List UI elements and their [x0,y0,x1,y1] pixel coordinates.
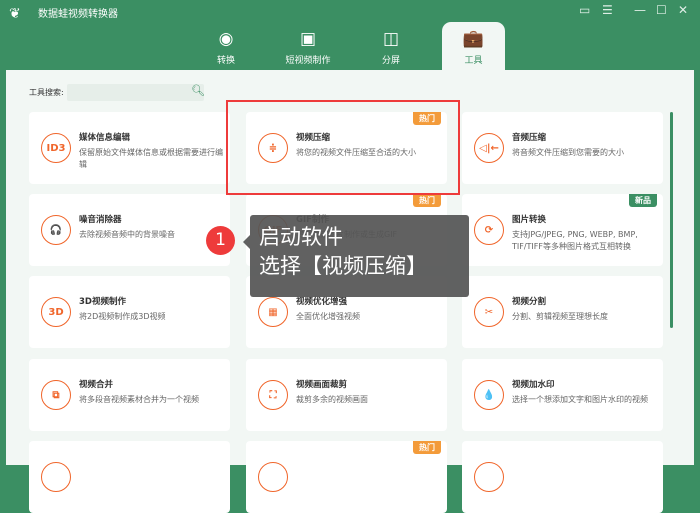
scrollbar[interactable] [670,112,673,328]
tool-desc: 将2D视频制作成3D视频 [79,312,166,321]
tool-icon: ✂ [474,297,504,327]
tooltip-line1: 启动软件 [259,225,343,249]
search-icon[interactable]: 🔍︎ [191,84,205,97]
tool-card[interactable]: 3D 3D视频制作 将2D视频制作成3D视频 [29,276,230,348]
toolbox-icon: 💼 [462,29,485,49]
tool-icon: ◁|← [474,133,504,163]
search-label: 工具搜索: [29,88,64,97]
tooltip-line2: 选择【视频压缩】 [259,254,427,278]
tool-card[interactable]: ⟳ 图片转换 支持JPG/JPEG, PNG, WEBP, BMP, TIF/T… [462,194,663,266]
tool-icon: 💧 [474,380,504,410]
tool-card[interactable]: ✂ 视频分割 分割、剪辑视频至理想长度 [462,276,663,348]
tool-card[interactable]: ⧉ 视频合并 将多段音视频素材合并为一个视频 [29,359,230,431]
feedback-icon[interactable]: ▭ [579,3,590,17]
app-logo-icon: ❦ [9,6,21,22]
tool-desc: 保留原始文件媒体信息或根据需要进行编辑 [79,148,223,169]
tab-label: 分屏 [381,56,400,66]
tab-label: 工具 [464,56,483,66]
tool-title: 噪音消除器 [79,215,122,225]
tool-icon: ⛶ [258,380,288,410]
tool-tag-badge: 热门 [413,194,441,207]
tool-title: 视频加水印 [512,380,555,390]
tool-icon: ⧉ [41,380,71,410]
tool-desc: 全面优化增强视频 [296,312,360,321]
highlight-box [226,100,460,195]
tool-search-input[interactable] [67,84,204,101]
tab-tools[interactable]: 💼 工具 [442,22,505,72]
tool-title: 图片转换 [512,215,547,225]
step-badge: 1 [206,226,235,255]
tool-desc: 去除视频音频中的背景噪音 [79,230,175,239]
tool-card[interactable] [29,441,230,513]
tool-title: 3D视频制作 [79,297,126,307]
tool-desc: 分割、剪辑视频至理想长度 [512,312,608,321]
tv-icon: ▣ [299,29,317,49]
tool-icon: ▦ [258,297,288,327]
minimize-button[interactable]: — [634,3,646,17]
tool-card[interactable]: ◁|← 音频压缩 将音频文件压缩到您需要的大小 [462,112,663,184]
tool-card[interactable]: 热门 [246,441,447,513]
tool-card[interactable]: 💧 视频加水印 选择一个想添加文字和图片水印的视频 [462,359,663,431]
close-button[interactable]: ✕ [678,3,688,17]
tool-desc: 将音频文件压缩到您需要的大小 [512,148,624,157]
tool-icon [474,462,504,492]
maximize-button[interactable]: ☐ [656,3,667,17]
tool-title: 视频分割 [512,297,547,307]
tool-card[interactable]: 🎧 噪音消除器 去除视频音频中的背景噪音 [29,194,230,266]
tab-short-video[interactable]: ▣ 短视频制作 [273,28,343,66]
tab-split-screen[interactable]: ◫ 分屏 [356,28,426,66]
tool-icon [41,462,71,492]
tab-convert[interactable]: ◉ 转换 [191,28,261,66]
tool-icon: 🎧 [41,215,71,245]
app-title: 数据蛙视频转换器 [38,9,118,20]
tab-label: 短视频制作 [285,56,331,66]
tool-desc: 支持JPG/JPEG, PNG, WEBP, BMP, TIF/TIFF等多种图… [512,230,638,251]
tool-title: 视频合并 [79,380,114,390]
tool-icon: ⟳ [474,215,504,245]
tool-desc: 裁剪多余的视频画面 [296,395,368,404]
tool-icon: 3D [41,297,71,327]
tool-card[interactable]: ID3 媒体信息编辑 保留原始文件媒体信息或根据需要进行编辑 [29,112,230,184]
tool-desc: 将多段音视频素材合并为一个视频 [79,395,199,404]
tool-card[interactable] [462,441,663,513]
split-screen-icon: ◫ [382,29,400,49]
tooltip: 启动软件选择【视频压缩】 [243,215,469,297]
tool-icon: ID3 [41,133,71,163]
tool-desc: 选择一个想添加文字和图片水印的视频 [512,395,648,404]
tab-label: 转换 [216,56,235,66]
tool-title: 音频压缩 [512,133,547,143]
tool-tag-badge: 热门 [413,441,441,454]
tool-card[interactable]: ⛶ 视频画面裁剪 裁剪多余的视频画面 [246,359,447,431]
tool-icon [258,462,288,492]
tool-title: 媒体信息编辑 [79,133,131,143]
convert-icon: ◉ [218,29,234,49]
menu-icon[interactable]: ☰ [602,3,613,17]
tool-title: 视频画面裁剪 [296,380,348,390]
tool-tag-badge: 新品 [629,194,657,207]
